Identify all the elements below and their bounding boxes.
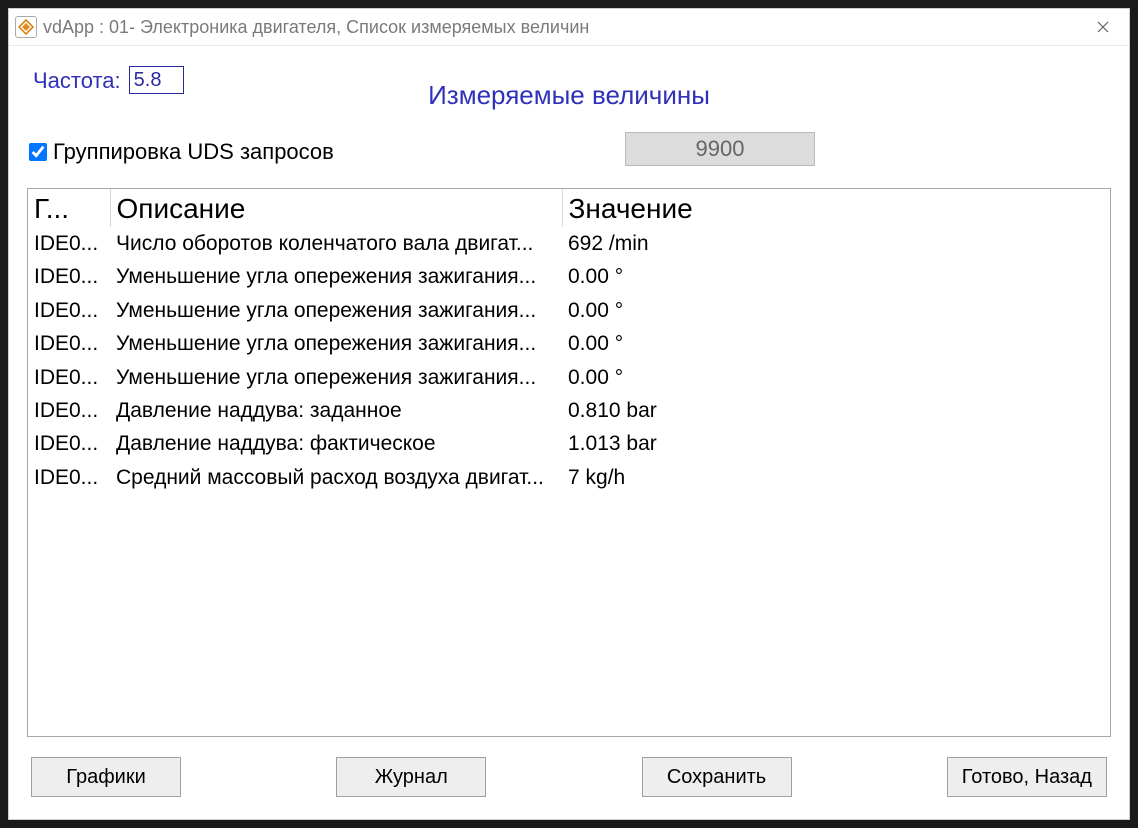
cell-id: IDE0... — [28, 294, 110, 327]
cell-desc: Уменьшение угла опережения зажигания... — [110, 327, 562, 360]
cell-value: 0.00 ° — [562, 361, 1110, 394]
app-window: vdApp : 01- Электроника двигателя, Списо… — [8, 8, 1130, 820]
close-icon — [1097, 21, 1109, 33]
button-row: Графики Журнал Сохранить Готово, Назад — [27, 757, 1111, 797]
window-title: vdApp : 01- Электроника двигателя, Списо… — [43, 17, 1081, 38]
grid-header-id[interactable]: Г... — [28, 189, 110, 227]
done-back-button[interactable]: Готово, Назад — [947, 757, 1107, 797]
cell-id: IDE0... — [28, 361, 110, 394]
cell-desc: Уменьшение угла опережения зажигания... — [110, 361, 562, 394]
cell-desc: Давление наддува: фактическое — [110, 427, 562, 460]
table-row[interactable]: IDE0...Уменьшение угла опережения зажига… — [28, 294, 1110, 327]
grid-header-value[interactable]: Значение — [562, 189, 1110, 227]
table-row[interactable]: IDE0...Уменьшение угла опережения зажига… — [28, 361, 1110, 394]
cell-desc: Уменьшение угла опережения зажигания... — [110, 260, 562, 293]
cell-desc: Число оборотов коленчатого вала двигат..… — [110, 227, 562, 260]
cell-value: 0.810 bar — [562, 394, 1110, 427]
page-title: Измеряемые величины — [428, 80, 710, 111]
table-row[interactable]: IDE0...Уменьшение угла опережения зажига… — [28, 260, 1110, 293]
cell-id: IDE0... — [28, 227, 110, 260]
grid-header-row: Г... Описание Значение — [28, 189, 1110, 227]
cell-id: IDE0... — [28, 394, 110, 427]
app-icon — [15, 16, 37, 38]
close-button[interactable] — [1081, 13, 1125, 41]
cell-value: 0.00 ° — [562, 327, 1110, 360]
cell-value: 1.013 bar — [562, 427, 1110, 460]
frequency-input[interactable] — [129, 66, 184, 94]
graphs-button[interactable]: Графики — [31, 757, 181, 797]
cell-value: 0.00 ° — [562, 260, 1110, 293]
frequency-label: Частота: — [33, 68, 121, 94]
cell-id: IDE0... — [28, 327, 110, 360]
table-row[interactable]: IDE0...Давление наддува: фактическое1.01… — [28, 427, 1110, 460]
cell-value: 7 kg/h — [562, 461, 1110, 494]
journal-button[interactable]: Журнал — [336, 757, 486, 797]
counter-display: 9900 — [625, 132, 815, 166]
grid-header-desc[interactable]: Описание — [110, 189, 562, 227]
titlebar: vdApp : 01- Электроника двигателя, Списо… — [9, 9, 1129, 45]
top-row: Частота: Измеряемые величины — [27, 62, 1111, 132]
cell-desc: Уменьшение угла опережения зажигания... — [110, 294, 562, 327]
cell-desc: Давление наддува: заданное — [110, 394, 562, 427]
cell-value: 0.00 ° — [562, 294, 1110, 327]
cell-value: 692 /min — [562, 227, 1110, 260]
cell-desc: Средний массовый расход воздуха двигат..… — [110, 461, 562, 494]
client-area: Частота: Измеряемые величины Группировка… — [9, 45, 1129, 819]
cell-id: IDE0... — [28, 260, 110, 293]
group-uds-checkbox[interactable] — [29, 143, 47, 161]
table-row[interactable]: IDE0...Средний массовый расход воздуха д… — [28, 461, 1110, 494]
table-row[interactable]: IDE0...Давление наддува: заданное0.810 b… — [28, 394, 1110, 427]
group-uds-label: Группировка UDS запросов — [53, 139, 334, 165]
options-row: Группировка UDS запросов 9900 — [27, 132, 1111, 172]
save-button[interactable]: Сохранить — [642, 757, 792, 797]
table-row[interactable]: IDE0...Число оборотов коленчатого вала д… — [28, 227, 1110, 260]
cell-id: IDE0... — [28, 461, 110, 494]
measurements-grid[interactable]: Г... Описание Значение IDE0...Число обор… — [27, 188, 1111, 737]
table-row[interactable]: IDE0...Уменьшение угла опережения зажига… — [28, 327, 1110, 360]
group-uds-checkbox-wrap[interactable]: Группировка UDS запросов — [27, 139, 334, 165]
cell-id: IDE0... — [28, 427, 110, 460]
